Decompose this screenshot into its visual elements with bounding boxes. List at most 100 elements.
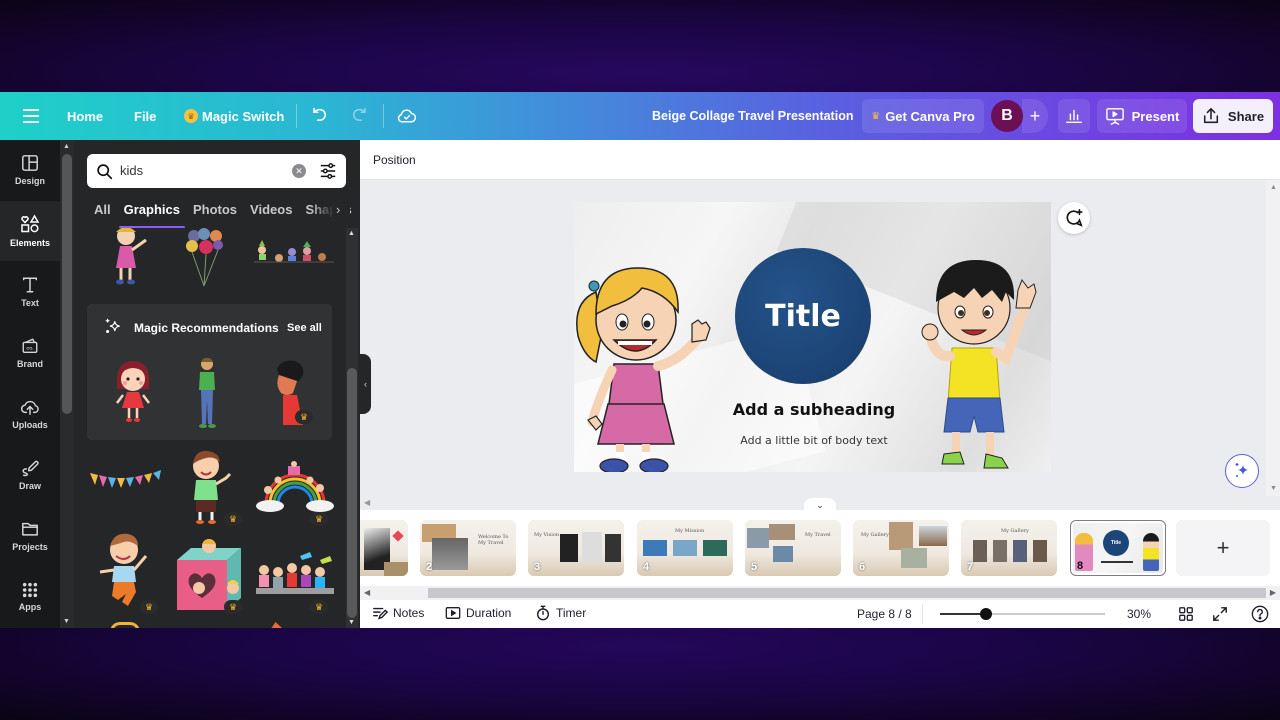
scroll-down-arrow[interactable]: ▼: [1270, 485, 1277, 492]
scroll-down-arrow[interactable]: ▼: [348, 619, 355, 626]
duration-button[interactable]: Duration: [445, 605, 511, 621]
home-button[interactable]: Home: [67, 92, 103, 140]
scroll-up-arrow[interactable]: ▲: [63, 143, 70, 150]
pro-crown-icon: ♛: [140, 600, 158, 614]
boy-standing-graphic[interactable]: [190, 356, 224, 430]
page-thumbnail-4[interactable]: My Mission 4: [637, 520, 733, 576]
page-thumbnail-6[interactable]: My Gallery 6: [853, 520, 949, 576]
partial-graphic[interactable]: [110, 622, 140, 628]
scroll-left-arrow[interactable]: ◀: [364, 588, 370, 597]
avatar[interactable]: B: [991, 100, 1023, 132]
canvas-vertical-scrollbar[interactable]: ▲ ▼: [1266, 180, 1280, 496]
title-circle[interactable]: Title: [735, 248, 871, 384]
search-input[interactable]: [120, 163, 280, 178]
rail-item-brand[interactable]: CO. Brand: [0, 323, 60, 383]
scroll-up-arrow[interactable]: ▲: [1270, 184, 1277, 191]
scroll-left-arrow[interactable]: ◀: [364, 498, 370, 507]
zoom-slider[interactable]: [940, 608, 1105, 620]
rail-item-elements[interactable]: Elements: [0, 201, 60, 261]
clear-search-icon[interactable]: ✕: [292, 164, 306, 178]
slide-body-text[interactable]: Add a little bit of body text: [694, 434, 934, 447]
document-title[interactable]: Beige Collage Travel Presentation: [652, 92, 853, 140]
page-thumbnail-7[interactable]: My Gallery 7: [961, 520, 1057, 576]
thumb-label: Welcome To My Travel: [478, 534, 509, 546]
fullscreen-button[interactable]: [1212, 606, 1228, 622]
slide-canvas[interactable]: Title Add a subheading Add a little bit …: [574, 202, 1051, 472]
notes-button[interactable]: Notes: [372, 605, 424, 621]
panel-scrollbar[interactable]: ▲ ▼: [346, 228, 358, 628]
thumb-label: My Gallery: [1001, 528, 1029, 534]
chart-bars-icon: [1066, 109, 1082, 124]
magic-assistant-button[interactable]: [1225, 454, 1259, 488]
side-rail: Design Elements Text CO. Brand Uploads D…: [0, 140, 60, 628]
girl-red-dress-graphic[interactable]: [109, 359, 157, 425]
rail-item-text[interactable]: Text: [0, 262, 60, 322]
add-collaborator-button[interactable]: +: [1022, 99, 1048, 133]
tab-all[interactable]: All: [94, 202, 111, 224]
rail-item-projects[interactable]: Projects: [0, 506, 60, 566]
bottom-toolbar: Notes Duration Timer Page 8 / 8 30%: [360, 600, 1280, 628]
scroll-up-arrow[interactable]: ▲: [348, 230, 355, 237]
scrollbar-thumb[interactable]: [428, 588, 1266, 598]
scroll-down-arrow[interactable]: ▼: [63, 618, 70, 625]
timer-button[interactable]: Timer: [535, 605, 586, 621]
page-thumbnail-5[interactable]: My Travel 5: [745, 520, 841, 576]
insights-button[interactable]: [1058, 99, 1090, 133]
bunting-flags-graphic[interactable]: [86, 468, 166, 498]
page-thumbnail-2[interactable]: Welcome To My Travel 2: [420, 520, 516, 576]
kids-peeking-graphic[interactable]: [254, 238, 334, 264]
rail-item-draw[interactable]: Draw: [0, 445, 60, 505]
grid-view-button[interactable]: [1178, 606, 1194, 622]
rail-item-uploads[interactable]: Uploads: [0, 384, 60, 444]
file-menu-button[interactable]: File: [134, 92, 156, 140]
page-indicator[interactable]: Page 8 / 8: [857, 607, 912, 621]
collapse-panel-button[interactable]: ‹: [360, 354, 371, 414]
page-thumbnail-1[interactable]: [360, 520, 408, 576]
help-button[interactable]: [1251, 605, 1269, 623]
editor-area: Position ▲ ▼ Title Add a subheading Add …: [360, 140, 1280, 628]
page-thumbnail-8[interactable]: Title 8: [1070, 520, 1166, 576]
menu-icon[interactable]: [22, 92, 40, 140]
tab-photos[interactable]: Photos: [193, 202, 237, 224]
divider: [383, 104, 384, 128]
rail-item-apps[interactable]: Apps: [0, 567, 60, 627]
filmstrip-scrollbar[interactable]: ◀ ▶: [360, 586, 1280, 600]
add-comment-button[interactable]: [1058, 202, 1090, 234]
zoom-slider-handle[interactable]: [980, 608, 993, 620]
filter-sliders-icon[interactable]: [319, 162, 337, 180]
tab-videos[interactable]: Videos: [250, 202, 292, 224]
girl-waving-graphic[interactable]: [102, 228, 158, 288]
zoom-percentage[interactable]: 30%: [1127, 607, 1151, 621]
scroll-right-arrow[interactable]: ▶: [1270, 588, 1276, 597]
rail-scrollbar[interactable]: ▲ ▼: [60, 140, 74, 628]
see-all-link[interactable]: See all: [287, 322, 322, 334]
save-status-button[interactable]: [397, 92, 417, 140]
slide-title[interactable]: Title: [765, 299, 841, 334]
chevron-down-icon: ⌄: [816, 499, 824, 510]
get-canva-pro-button[interactable]: ♛ Get Canva Pro: [862, 99, 984, 133]
magic-switch-button[interactable]: ♛ Magic Switch: [184, 92, 284, 140]
scrollbar-thumb[interactable]: [347, 368, 357, 618]
tab-graphics[interactable]: Graphics: [118, 202, 186, 228]
undo-button[interactable]: [311, 92, 329, 140]
present-button[interactable]: Present: [1097, 99, 1187, 133]
kids-rainbow-graphic[interactable]: [254, 460, 336, 516]
magic-switch-label: Magic Switch: [202, 108, 285, 124]
balloons-graphic[interactable]: [182, 228, 232, 292]
pro-crown-icon: ♛: [310, 600, 328, 614]
boy-waving-illustration[interactable]: [918, 256, 1048, 472]
chevron-right-icon[interactable]: ›: [336, 202, 340, 217]
page-number: 7: [967, 561, 974, 573]
partial-graphic[interactable]: [270, 622, 284, 628]
share-button[interactable]: Share: [1193, 99, 1273, 133]
slide-subheading[interactable]: Add a subheading: [694, 400, 934, 419]
cloud-saved-icon: [397, 109, 417, 123]
page-thumbnail-3[interactable]: My Vision 3: [528, 520, 624, 576]
redo-button[interactable]: [350, 92, 368, 140]
add-page-button[interactable]: +: [1176, 520, 1270, 576]
scrollbar-thumb[interactable]: [62, 154, 72, 414]
position-button[interactable]: Position: [373, 153, 416, 167]
kids-group-graphic[interactable]: [254, 550, 336, 598]
thumb-label: My Vision: [534, 532, 560, 538]
rail-item-design[interactable]: Design: [0, 140, 60, 200]
